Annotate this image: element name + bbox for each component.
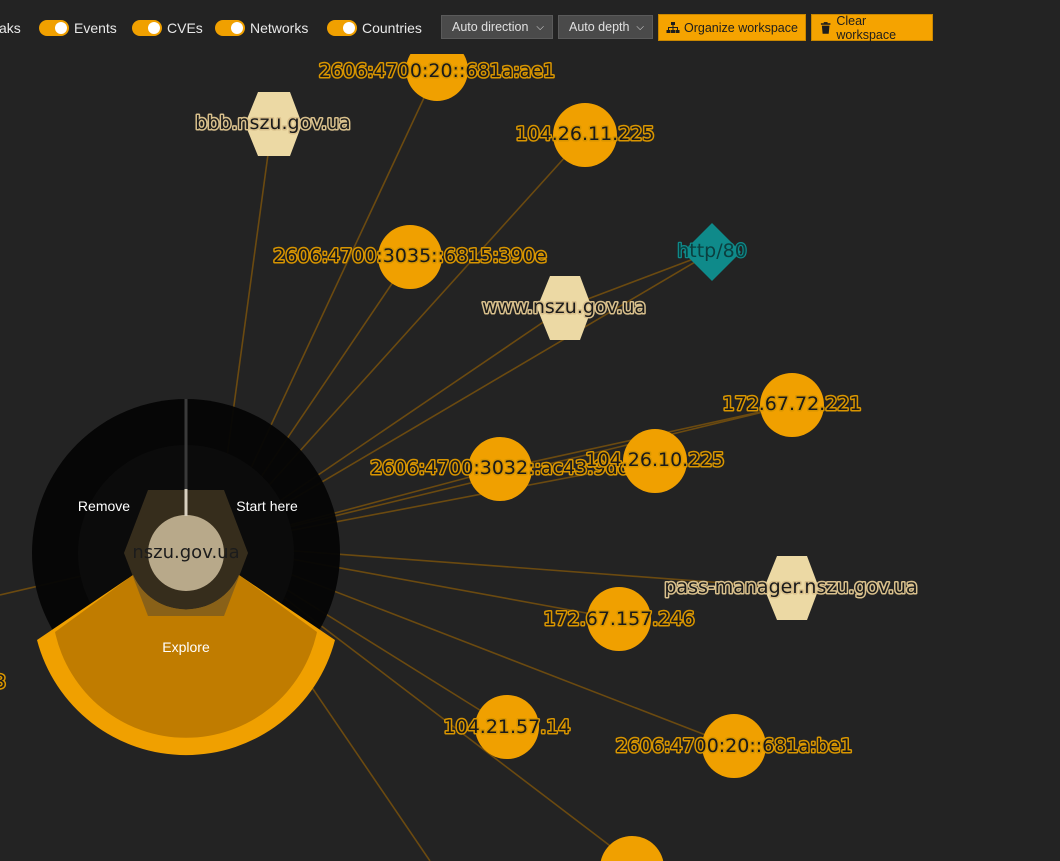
toggle-events[interactable]: Events	[39, 14, 117, 42]
node-label: bbb.nszu.gov.ua	[195, 112, 350, 134]
ip-node[interactable]: 104.26.10.225	[584, 429, 726, 493]
node-label: www.nszu.gov.ua	[482, 296, 646, 318]
center-node-label: nszu.gov.ua	[132, 542, 239, 563]
radial-context-menu[interactable]: nszu.gov.ua Remove Start here Explore	[32, 399, 340, 756]
toggle-cves[interactable]: CVEs	[132, 14, 203, 42]
ip-node[interactable]: 2606:4700:3035::6815:390e	[272, 225, 548, 289]
direction-select[interactable]: Auto direction ⌵	[441, 15, 553, 39]
node-label: 2606:4700:3035::6815:390e	[273, 245, 546, 267]
trash-icon	[820, 21, 831, 34]
sitemap-icon	[666, 21, 680, 33]
menu-remove[interactable]: Remove	[78, 498, 130, 514]
service-node[interactable]: http/80	[676, 223, 748, 281]
toggle-label: Countries	[362, 20, 422, 36]
node-label: http/80	[677, 240, 747, 262]
menu-start-here[interactable]: Start here	[236, 498, 298, 514]
node-label: 172.67.72.221	[722, 393, 861, 415]
clear-workspace-button[interactable]: Clear workspace	[811, 13, 933, 42]
organize-workspace-label: Organize workspace	[684, 20, 798, 35]
toggle-label: Events	[74, 20, 117, 36]
toggle-switch[interactable]	[327, 20, 357, 36]
ip-node[interactable]: 2606:4700:20::681a:be1	[614, 714, 854, 778]
toggle-countries[interactable]: Countries	[327, 14, 422, 42]
node-label: 3	[0, 671, 6, 693]
toggle-networks[interactable]: Networks	[215, 14, 308, 42]
node-label: 104.26.11.225	[515, 123, 654, 145]
node-label: 2606:4700:20::681a:be1	[616, 735, 853, 757]
ip-node[interactable]: 172.67.72.221	[721, 373, 863, 437]
domain-node[interactable]: bbb.nszu.gov.ua	[194, 92, 352, 156]
chevron-down-icon: ⌵	[536, 21, 544, 33]
graph-canvas[interactable]: 2606:4700:20::681a:ae1 104.26.11.225 260…	[0, 0, 1060, 861]
direction-select-value: Auto direction	[452, 20, 529, 34]
depth-select-value: Auto depth	[569, 20, 630, 34]
toggle-switch[interactable]	[215, 20, 245, 36]
depth-select[interactable]: Auto depth ⌵	[558, 15, 653, 39]
node-label: 172.67.157.246	[543, 608, 694, 630]
ip-node[interactable]: 104.26.11.225	[514, 103, 656, 167]
toggle-switch[interactable]	[39, 20, 69, 36]
ip-node[interactable]: 104.21.57.14	[442, 695, 572, 759]
toggle-leaks[interactable]: aks	[0, 14, 21, 42]
chevron-down-icon: ⌵	[636, 21, 644, 33]
toggle-label: aks	[0, 20, 21, 36]
toggle-label: CVEs	[167, 20, 203, 36]
menu-explore[interactable]: Explore	[162, 639, 210, 655]
organize-workspace-button[interactable]: Organize workspace	[658, 14, 806, 41]
toggle-label: Networks	[250, 20, 309, 36]
node-label: 2606:4700:20::681a:ae1	[319, 60, 555, 82]
node-label: 104.26.10.225	[585, 449, 724, 471]
toolbar: aks Events CVEs Networks Countries Auto …	[0, 0, 1060, 54]
domain-node[interactable]: pass-manager.nszu.gov.ua	[663, 556, 919, 620]
clear-workspace-label: Clear workspace	[836, 13, 897, 42]
node-label: pass-manager.nszu.gov.ua	[664, 576, 917, 598]
ip-node[interactable]	[600, 836, 664, 861]
node-label: 104.21.57.14	[444, 716, 571, 738]
toggle-switch[interactable]	[132, 20, 162, 36]
